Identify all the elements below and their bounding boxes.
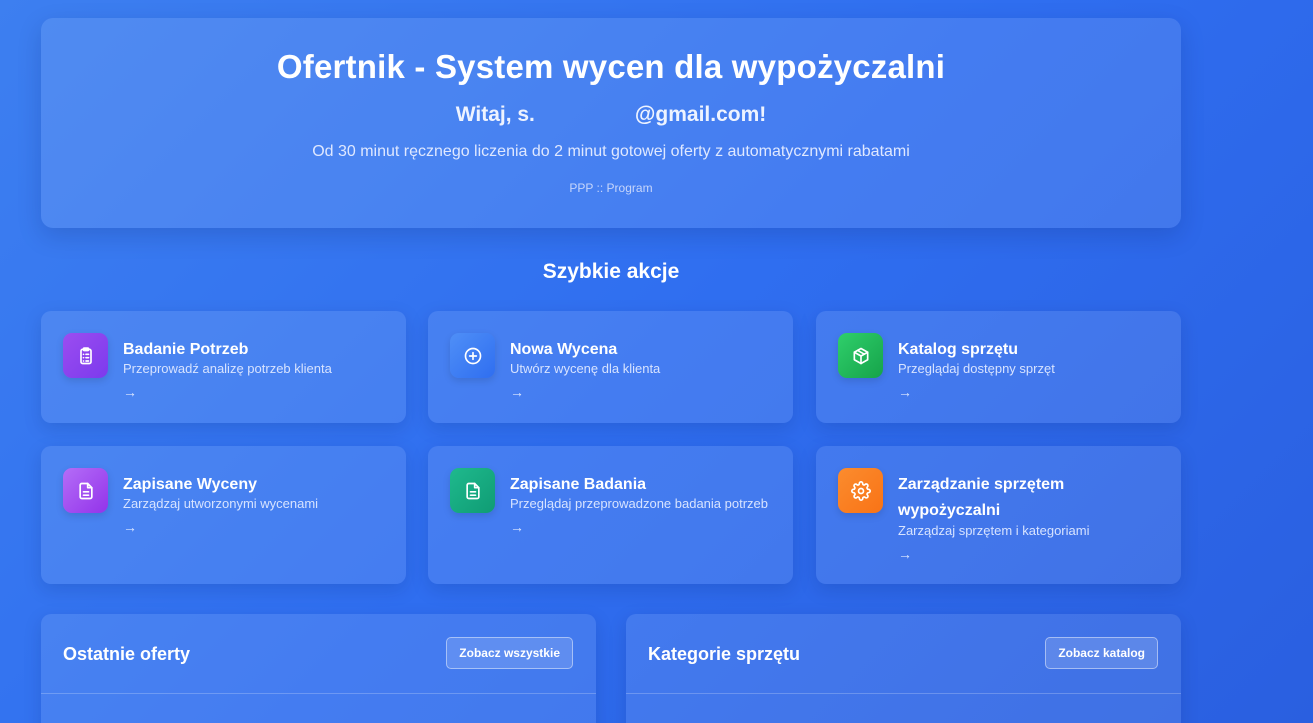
recent-offers-panel: Ostatnie oferty Zobacz wszystkie [41,614,596,723]
view-catalog-button[interactable]: Zobacz katalog [1045,637,1158,669]
divider [626,693,1181,694]
divider [41,693,596,694]
hero-banner: Ofertnik - System wycen dla wypożyczalni… [41,18,1181,228]
card-title: Zapisane Wyceny [123,476,257,493]
quick-actions-title: Szybkie akcje [542,260,680,283]
card-title: Katalog sprzętu [898,341,1019,358]
card-description: Utwórz wycenę dla klienta [510,361,661,376]
card-description: Przeprowadź analizę potrzeb klienta [123,361,332,376]
card-description: Przeglądaj dostępny sprzęt [898,361,1055,376]
card-title: Zapisane Badania [510,476,647,493]
card-description: Zarządzaj sprzętem i kategoriami [898,523,1090,538]
card-description: Zarządzaj utworzonymi wycenami [123,496,319,511]
view-all-offers-button[interactable]: Zobacz wszystkie [446,637,573,669]
card-katalog-sprzetu[interactable]: Katalog sprzętu Przeglądaj dostępny sprz… [816,311,1181,423]
card-zapisane-badania[interactable]: Zapisane Badania Przeglądaj przeprowadzo… [428,446,793,584]
arrow-right-icon: → [510,519,524,535]
arrow-right-icon: → [898,546,912,562]
hero-subtitle: Od 30 minut ręcznego liczenia do 2 minut… [312,143,910,160]
plus-circle-icon [450,333,495,378]
arrow-right-icon: → [898,384,912,400]
card-title: Zarządzanie sprzętem wypożyczalni [898,476,1065,519]
arrow-right-icon: → [123,384,137,400]
arrow-right-icon: → [123,519,137,535]
file-text-icon [63,468,108,513]
welcome-suffix: @gmail.com! [634,103,767,126]
card-nowa-wycena[interactable]: Nowa Wycena Utwórz wycenę dla klienta → [428,311,793,423]
card-description: Przeglądaj przeprowadzone badania potrze… [510,496,769,511]
card-zarzadzanie-sprzetem[interactable]: Zarządzanie sprzętem wypożyczalni Zarząd… [816,446,1181,584]
hero-tagline: PPP :: Program [569,181,653,195]
page-title: Ofertnik - System wycen dla wypożyczalni [276,48,946,85]
clipboard-list-icon [63,333,108,378]
categories-panel: Kategorie sprzętu Zobacz katalog [626,614,1181,723]
welcome-prefix: Witaj, s. [455,103,535,126]
arrow-right-icon: → [510,384,524,400]
card-badanie-potrzeb[interactable]: Badanie Potrzeb Przeprowadź analizę potr… [41,311,406,423]
package-icon [838,333,883,378]
file-text-icon [450,468,495,513]
recent-offers-title: Ostatnie oferty [63,644,191,664]
card-title: Badanie Potrzeb [123,341,249,358]
categories-title: Kategorie sprzętu [648,644,801,664]
card-title: Nowa Wycena [510,341,618,358]
welcome-message: Witaj, s. @gmail.com! [41,103,1181,127]
gear-icon [838,468,883,513]
card-zapisane-wyceny[interactable]: Zapisane Wyceny Zarządzaj utworzonymi wy… [41,446,406,584]
